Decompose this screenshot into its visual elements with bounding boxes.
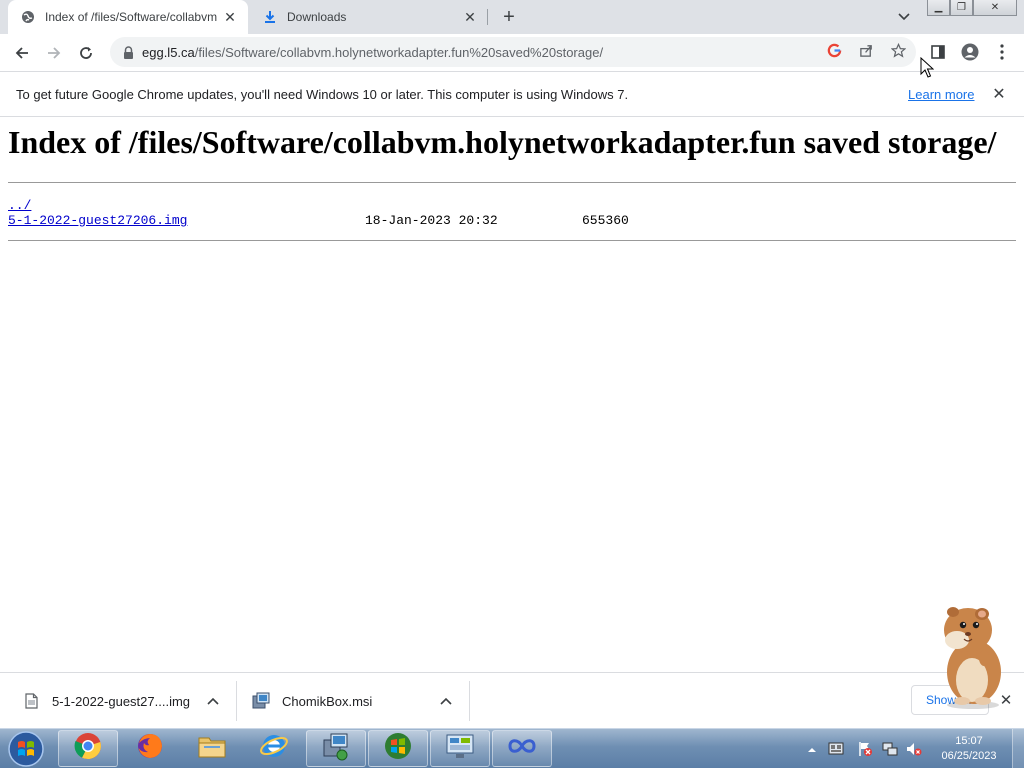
download-item[interactable]: ChomikBox.msi xyxy=(252,673,462,729)
download-shelf: 5-1-2022-guest27....img ChomikBox.msi Sh… xyxy=(0,672,1024,728)
chevron-down-icon[interactable] xyxy=(895,8,913,26)
explorer-icon xyxy=(197,733,227,764)
address-bar[interactable]: egg.l5.ca/files/Software/collabvm.holyne… xyxy=(110,37,916,67)
close-icon[interactable]: ✕ xyxy=(222,9,238,25)
tab-title: Index of /files/Software/collabvm xyxy=(45,10,218,24)
download-filename: ChomikBox.msi xyxy=(282,693,373,709)
tab-downloads[interactable]: Downloads ✕ xyxy=(250,0,488,34)
page-title: Index of /files/Software/collabvm.holyne… xyxy=(8,124,997,160)
close-icon[interactable]: ✕ xyxy=(990,85,1008,103)
profile-avatar-icon[interactable] xyxy=(959,41,981,63)
forward-button[interactable] xyxy=(42,41,66,65)
bookmark-star-icon[interactable] xyxy=(889,41,907,59)
google-lens-icon[interactable] xyxy=(825,41,843,59)
firefox-icon xyxy=(136,732,164,765)
toolbar: egg.l5.ca/files/Software/collabvm.holyne… xyxy=(0,34,1024,71)
display-icon[interactable] xyxy=(828,741,844,757)
url-text: egg.l5.ca/files/Software/collabvm.holyne… xyxy=(142,45,603,60)
show-desktop-button[interactable] xyxy=(1012,729,1024,768)
taskbar: 15:07 06/25/2023 xyxy=(0,728,1024,768)
minimize-button[interactable]: ▁ xyxy=(927,0,950,16)
close-icon[interactable]: ✕ xyxy=(462,9,478,25)
taskbar-ie-button[interactable] xyxy=(244,730,304,767)
screen: Index of /files/Software/collabvm ✕ Down… xyxy=(0,0,1024,768)
tab-index[interactable]: Index of /files/Software/collabvm ✕ xyxy=(8,0,248,34)
list-item: 5-1-2022-guest27206.img 18-Jan-2023 20:3… xyxy=(8,213,629,228)
tab-separator xyxy=(487,9,488,25)
window-close-button[interactable]: ✕ xyxy=(973,0,1017,16)
globe-icon xyxy=(20,9,36,25)
update-infobar: To get future Google Chrome updates, you… xyxy=(0,71,1024,117)
taskbar-explorer-button[interactable] xyxy=(182,730,242,767)
taskbar-chrome-button[interactable] xyxy=(58,730,118,767)
taskbar-firefox-button[interactable] xyxy=(120,730,180,767)
page-content: Index of /files/Software/collabvm.holyne… xyxy=(0,118,1024,672)
divider xyxy=(469,681,470,721)
menu-kebab-icon[interactable] xyxy=(991,41,1013,63)
new-tab-button[interactable]: + xyxy=(498,6,520,28)
file-listing: ../ 5-1-2022-guest27206.img 18-Jan-2023 … xyxy=(8,198,629,228)
flag-warning-icon[interactable] xyxy=(857,741,873,757)
taskbar-windows-button[interactable] xyxy=(368,730,428,767)
infobar-message: To get future Google Chrome updates, you… xyxy=(16,87,629,102)
ie-icon xyxy=(259,732,289,765)
installer-icon xyxy=(252,692,270,710)
mouse-cursor-icon xyxy=(920,57,934,78)
taskbar-infinity-button[interactable] xyxy=(492,730,552,767)
control-panel-icon xyxy=(445,732,475,765)
hamster-pet-image[interactable] xyxy=(928,600,1008,710)
back-button[interactable] xyxy=(10,41,34,65)
taskbar-control-panel-button[interactable] xyxy=(430,730,490,767)
url-host: egg.l5.ca xyxy=(142,44,195,60)
download-icon xyxy=(262,9,278,25)
share-icon[interactable] xyxy=(857,41,875,59)
file-icon xyxy=(22,692,40,710)
taskbar-setup-button[interactable] xyxy=(306,730,366,767)
url-path: /files/Software/collabvm.holynetworkadap… xyxy=(194,44,604,60)
volume-muted-icon[interactable] xyxy=(906,741,922,757)
lock-icon[interactable] xyxy=(120,44,136,60)
tab-strip: Index of /files/Software/collabvm ✕ Down… xyxy=(0,0,1024,34)
file-date: 18-Jan-2023 20:32 xyxy=(365,213,498,228)
start-button[interactable] xyxy=(4,730,48,768)
download-item[interactable]: 5-1-2022-guest27....img xyxy=(22,673,232,729)
chevron-up-icon[interactable] xyxy=(206,694,220,708)
divider xyxy=(8,240,1016,241)
network-icon[interactable] xyxy=(882,741,898,757)
chevron-up-icon[interactable] xyxy=(439,694,453,708)
divider xyxy=(236,681,237,721)
divider xyxy=(8,182,1016,183)
parent-directory-link[interactable]: ../ xyxy=(8,198,31,213)
file-link[interactable]: 5-1-2022-guest27206.img xyxy=(8,213,187,228)
chevron-up-icon[interactable] xyxy=(804,741,820,757)
windows-icon xyxy=(383,731,413,766)
window-controls: ▁ ❐ ✕ xyxy=(927,0,1019,18)
chrome-icon xyxy=(74,732,102,765)
list-item: ../ xyxy=(8,198,187,213)
learn-more-link[interactable]: Learn more xyxy=(908,87,974,102)
file-size: 655360 xyxy=(582,213,629,228)
setup-icon xyxy=(321,731,351,766)
download-filename: 5-1-2022-guest27....img xyxy=(52,693,191,709)
clock[interactable]: 15:07 06/25/2023 xyxy=(936,734,1002,764)
tab-title: Downloads xyxy=(287,10,347,24)
infinity-icon xyxy=(507,738,537,759)
restore-button[interactable]: ❐ xyxy=(950,0,973,16)
clock-time: 15:07 xyxy=(955,735,983,747)
reload-button[interactable] xyxy=(74,41,98,65)
clock-date: 06/25/2023 xyxy=(941,750,997,762)
